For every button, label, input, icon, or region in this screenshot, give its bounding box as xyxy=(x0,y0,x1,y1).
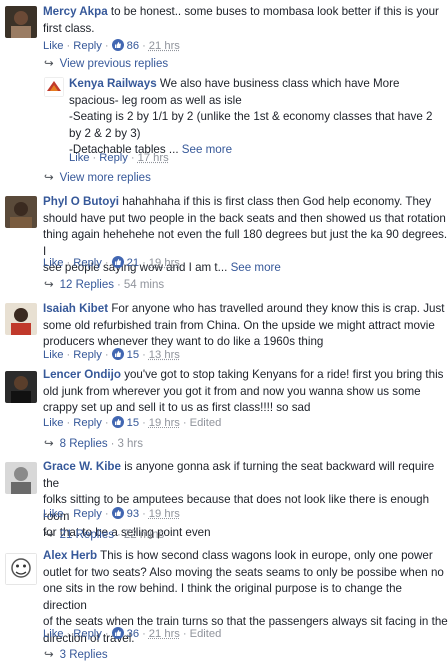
reply-text: Kenya Railways We also have business cla… xyxy=(69,77,433,156)
like-link[interactable]: Like xyxy=(43,257,64,269)
thumbs-up-icon xyxy=(111,39,124,51)
thumbs-up-icon xyxy=(111,256,124,268)
timestamp[interactable]: 19 hrs xyxy=(149,417,180,429)
like-link[interactable]: Like xyxy=(43,628,64,640)
like-count[interactable]: 93 xyxy=(127,508,139,520)
see-more-link[interactable]: See more xyxy=(182,143,232,156)
reply-link[interactable]: Reply xyxy=(73,508,102,520)
author-name[interactable]: Phyl O Butoyi xyxy=(43,195,119,208)
thumbs-up-icon xyxy=(111,416,124,428)
like-count[interactable]: 15 xyxy=(127,417,139,429)
comment-actions: Like · Reply · 36 · 21 hrs · Edited xyxy=(43,627,222,640)
replies-link[interactable]: ↪ 3 Replies xyxy=(44,647,108,661)
like-link[interactable]: Like xyxy=(69,152,90,164)
thumbs-up-icon xyxy=(111,507,124,519)
timestamp[interactable]: 21 hrs xyxy=(149,628,180,640)
view-previous-replies[interactable]: ↪ View previous replies xyxy=(44,56,168,70)
author-name[interactable]: Isaiah Kibet xyxy=(43,302,108,315)
like-link[interactable]: Like xyxy=(43,417,64,429)
timestamp[interactable]: 21 hrs xyxy=(149,40,180,52)
author-name[interactable]: Grace W. Kibe xyxy=(43,460,121,473)
comment-text: Isaiah Kibet For anyone who has travelle… xyxy=(43,302,445,348)
comment-actions: Like · Reply · 86 · 21 hrs xyxy=(43,39,180,52)
reply-arrow-icon: ↪ xyxy=(44,438,54,450)
avatar[interactable] xyxy=(5,6,37,38)
edited-label[interactable]: Edited xyxy=(190,628,222,640)
reply-arrow-icon: ↪ xyxy=(44,279,54,291)
comment-actions: Like · Reply · 15 · 13 hrs xyxy=(43,348,180,361)
timestamp[interactable]: 19 hrs xyxy=(149,508,180,520)
thumbs-up-icon xyxy=(111,348,124,360)
author-name[interactable]: Mercy Akpa xyxy=(43,5,108,18)
comment-text: Lencer Ondijo you've got to stop taking … xyxy=(43,368,444,414)
avatar[interactable] xyxy=(5,553,37,585)
avatar[interactable] xyxy=(5,196,37,228)
reply-arrow-icon: ↪ xyxy=(44,172,54,184)
replies-link[interactable]: ↪ 12 Replies · 54 mins xyxy=(44,277,164,291)
reply-link[interactable]: Reply xyxy=(99,152,128,164)
reply-arrow-icon: ↪ xyxy=(44,58,54,70)
like-count[interactable]: 36 xyxy=(127,628,139,640)
timestamp[interactable]: 19 hrs xyxy=(149,257,180,269)
view-more-replies[interactable]: ↪ View more replies xyxy=(44,170,151,184)
author-name[interactable]: Alex Herb xyxy=(43,549,97,562)
avatar-kenya-railways[interactable] xyxy=(44,77,64,97)
avatar[interactable] xyxy=(5,371,37,403)
reply-link[interactable]: Reply xyxy=(73,40,102,52)
reply-link[interactable]: Reply xyxy=(73,349,102,361)
comment-text: Mercy Akpa to be honest.. some buses to … xyxy=(43,4,443,37)
reply-arrow-icon: ↪ xyxy=(44,649,54,661)
edited-label[interactable]: Edited xyxy=(190,417,222,429)
replies-link[interactable]: ↪ 21 Replies · 22 mins xyxy=(44,527,164,541)
like-count[interactable]: 86 xyxy=(127,40,139,52)
reply-link[interactable]: Reply xyxy=(73,417,102,429)
see-more-link[interactable]: See more xyxy=(231,261,281,274)
author-name[interactable]: Kenya Railways xyxy=(69,77,157,90)
reply-actions: Like · Reply · 17 hrs xyxy=(69,152,169,164)
comment-actions: Like · Reply · 93 · 19 hrs xyxy=(43,507,180,520)
like-count[interactable]: 21 xyxy=(127,257,139,269)
thumbs-up-icon xyxy=(111,627,124,639)
avatar[interactable] xyxy=(5,303,37,335)
like-link[interactable]: Like xyxy=(43,40,64,52)
like-link[interactable]: Like xyxy=(43,349,64,361)
reply-link[interactable]: Reply xyxy=(73,628,102,640)
timestamp[interactable]: 13 hrs xyxy=(149,349,180,361)
comment-actions: Like · Reply · 21 · 19 hrs xyxy=(43,256,180,269)
like-link[interactable]: Like xyxy=(43,508,64,520)
like-count[interactable]: 15 xyxy=(127,349,139,361)
comment-actions: Like · Reply · 15 · 19 hrs · Edited xyxy=(43,416,222,429)
avatar[interactable] xyxy=(5,462,37,494)
replies-link[interactable]: ↪ 8 Replies · 3 hrs xyxy=(44,436,143,450)
timestamp[interactable]: 17 hrs xyxy=(138,152,169,164)
author-name[interactable]: Lencer Ondijo xyxy=(43,368,121,381)
reply-arrow-icon: ↪ xyxy=(44,529,54,541)
reply-link[interactable]: Reply xyxy=(73,257,102,269)
